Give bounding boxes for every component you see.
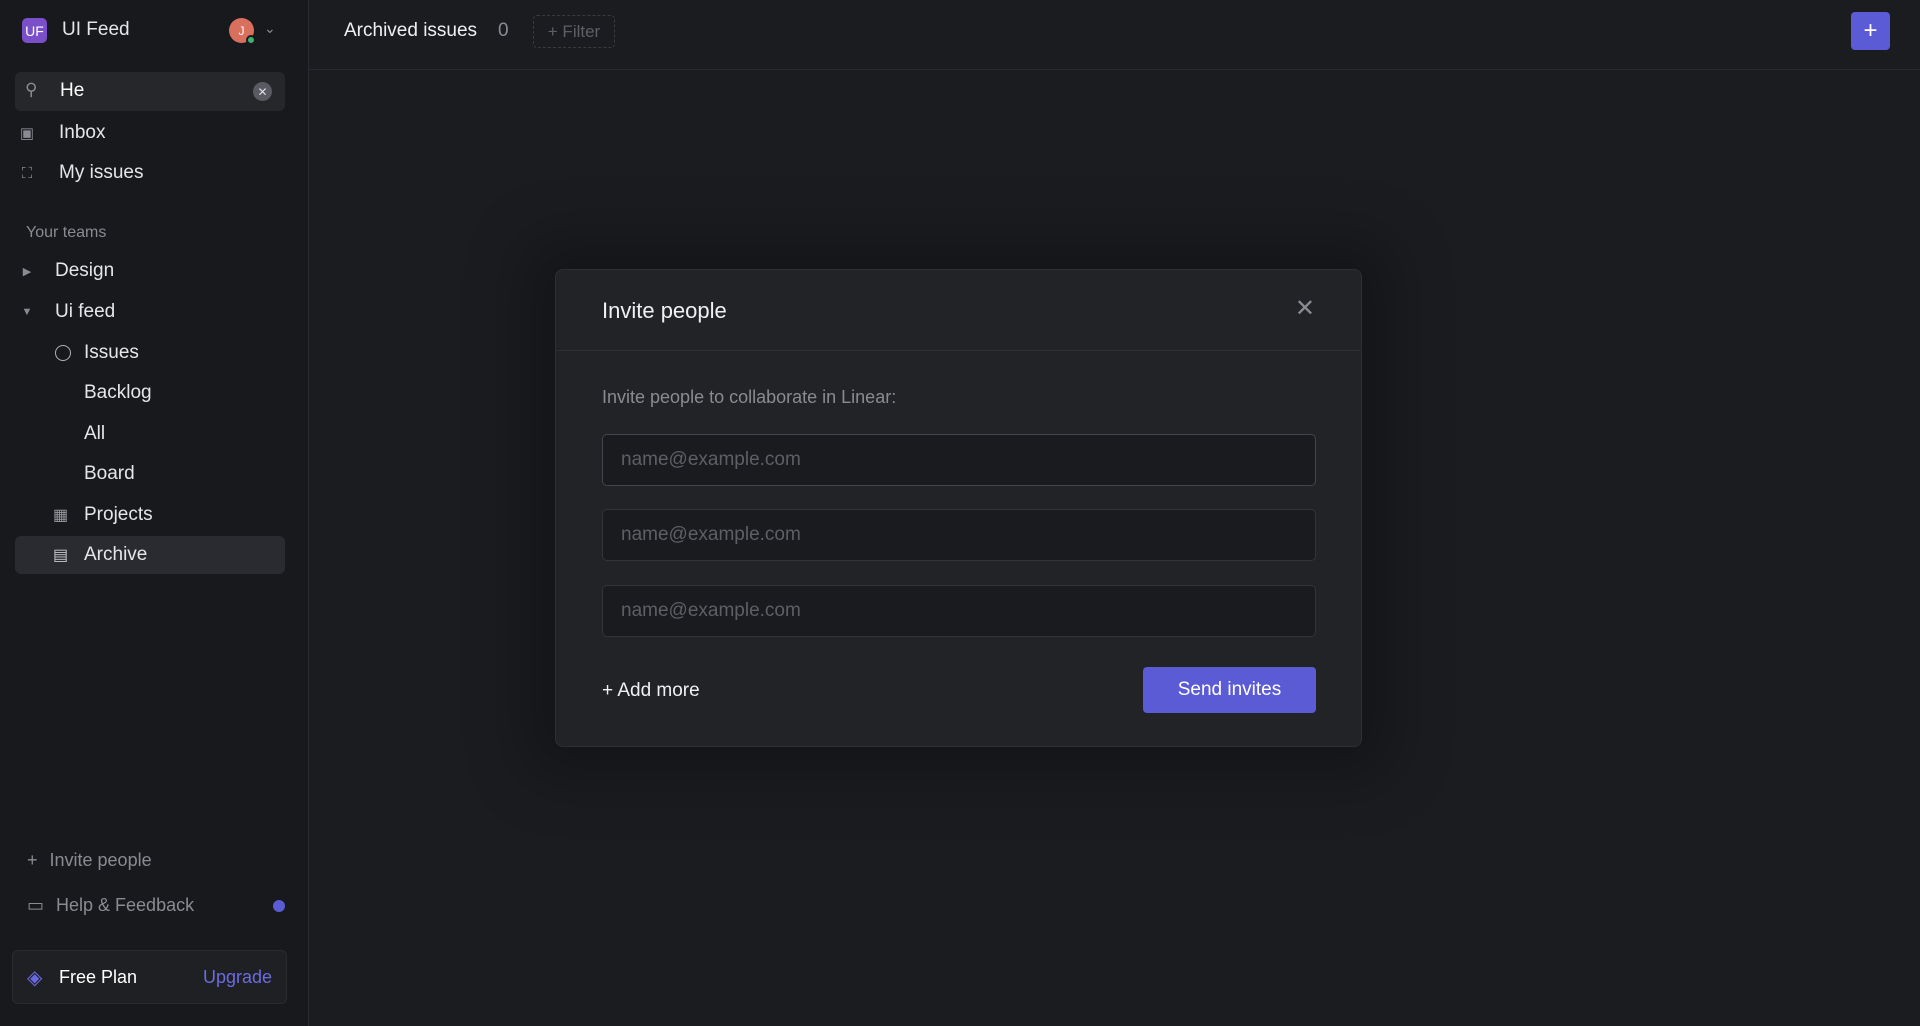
online-status-dot	[246, 35, 256, 45]
issue-count: 0	[498, 20, 509, 41]
caret-down-icon: ▼	[21, 306, 33, 318]
sidebar-item-backlog[interactable]: Backlog	[15, 374, 285, 412]
label: Inbox	[59, 122, 106, 143]
issues-icon	[55, 345, 71, 361]
divider	[556, 350, 1361, 351]
label: Help & Feedback	[56, 895, 195, 915]
invite-modal: Invite people ✕ Invite people to collabo…	[555, 269, 1362, 747]
inbox-icon: ▣	[19, 125, 35, 142]
sidebar-item-my-issues[interactable]: ⛶ My issues	[15, 154, 285, 192]
label: Issues	[84, 342, 139, 363]
modal-title: Invite people	[602, 298, 727, 323]
layers-icon: ◈	[27, 967, 43, 989]
sidebar: UF UI Feed J ⌄ ⚲ ✕ ▣Inbox ⛶My issues You…	[0, 0, 309, 1026]
label: Board	[84, 463, 135, 484]
projects-grid-icon: ▦	[53, 507, 69, 524]
teams-heading: Your teams	[26, 224, 107, 241]
team-ui-feed[interactable]: ▼ Ui feed	[15, 293, 285, 331]
sidebar-item-board[interactable]: Board	[15, 455, 285, 493]
page-title: Archived issues	[344, 20, 478, 41]
notification-dot	[273, 900, 285, 912]
sidebar-item-inbox[interactable]: ▣ Inbox	[15, 114, 285, 152]
sidebar-item-issues[interactable]: Issues	[15, 334, 285, 372]
workspace-logo[interactable]: UF	[22, 18, 47, 43]
label: My issues	[59, 162, 144, 183]
email-input-3[interactable]	[602, 585, 1316, 637]
workspace-name[interactable]: UI Feed	[62, 19, 130, 41]
chevron-down-icon[interactable]: ⌄	[264, 20, 276, 37]
plan-card: ◈ Free Plan Upgrade	[12, 950, 287, 1004]
new-issue-button[interactable]: +	[1851, 12, 1890, 50]
email-input-2[interactable]	[602, 509, 1316, 561]
search-box[interactable]: ⚲ ✕	[15, 72, 285, 111]
label: Archive	[84, 544, 148, 565]
clear-search-icon[interactable]: ✕	[253, 82, 272, 101]
my-issues-icon: ⛶	[21, 164, 33, 182]
label: All	[84, 423, 106, 444]
search-icon: ⚲	[25, 80, 38, 99]
plan-label: Free Plan	[59, 967, 138, 987]
email-input-1[interactable]	[602, 434, 1316, 486]
close-icon[interactable]: ✕	[1295, 294, 1315, 323]
sidebar-item-projects[interactable]: ▦ Projects	[15, 496, 285, 534]
label: Projects	[84, 504, 153, 525]
filter-button[interactable]: + Filter	[533, 15, 615, 48]
search-input[interactable]	[60, 78, 240, 104]
label: Design	[55, 260, 115, 281]
help-feedback-link[interactable]: ▭ Help & Feedback	[27, 895, 194, 916]
invite-people-link[interactable]: + Invite people	[27, 850, 152, 871]
team-design[interactable]: ▶ Design	[15, 252, 285, 290]
label: Ui feed	[55, 301, 116, 322]
chat-icon: ▭	[27, 895, 45, 915]
archive-icon: ▤	[53, 547, 69, 564]
upgrade-link[interactable]: Upgrade	[203, 967, 272, 988]
sidebar-item-all[interactable]: All	[15, 415, 285, 453]
plus-icon: +	[27, 850, 38, 870]
add-more-button[interactable]: + Add more	[602, 680, 700, 702]
label: Invite people	[49, 850, 152, 870]
modal-subtitle: Invite people to collaborate in Linear:	[602, 387, 897, 407]
top-bar: Archived issues 0 + Filter +	[309, 0, 1920, 70]
sidebar-item-archive[interactable]: ▤ Archive	[15, 536, 285, 574]
caret-right-icon: ▶	[22, 265, 32, 278]
send-invites-button[interactable]: Send invites	[1143, 667, 1316, 713]
label: Backlog	[84, 382, 152, 403]
